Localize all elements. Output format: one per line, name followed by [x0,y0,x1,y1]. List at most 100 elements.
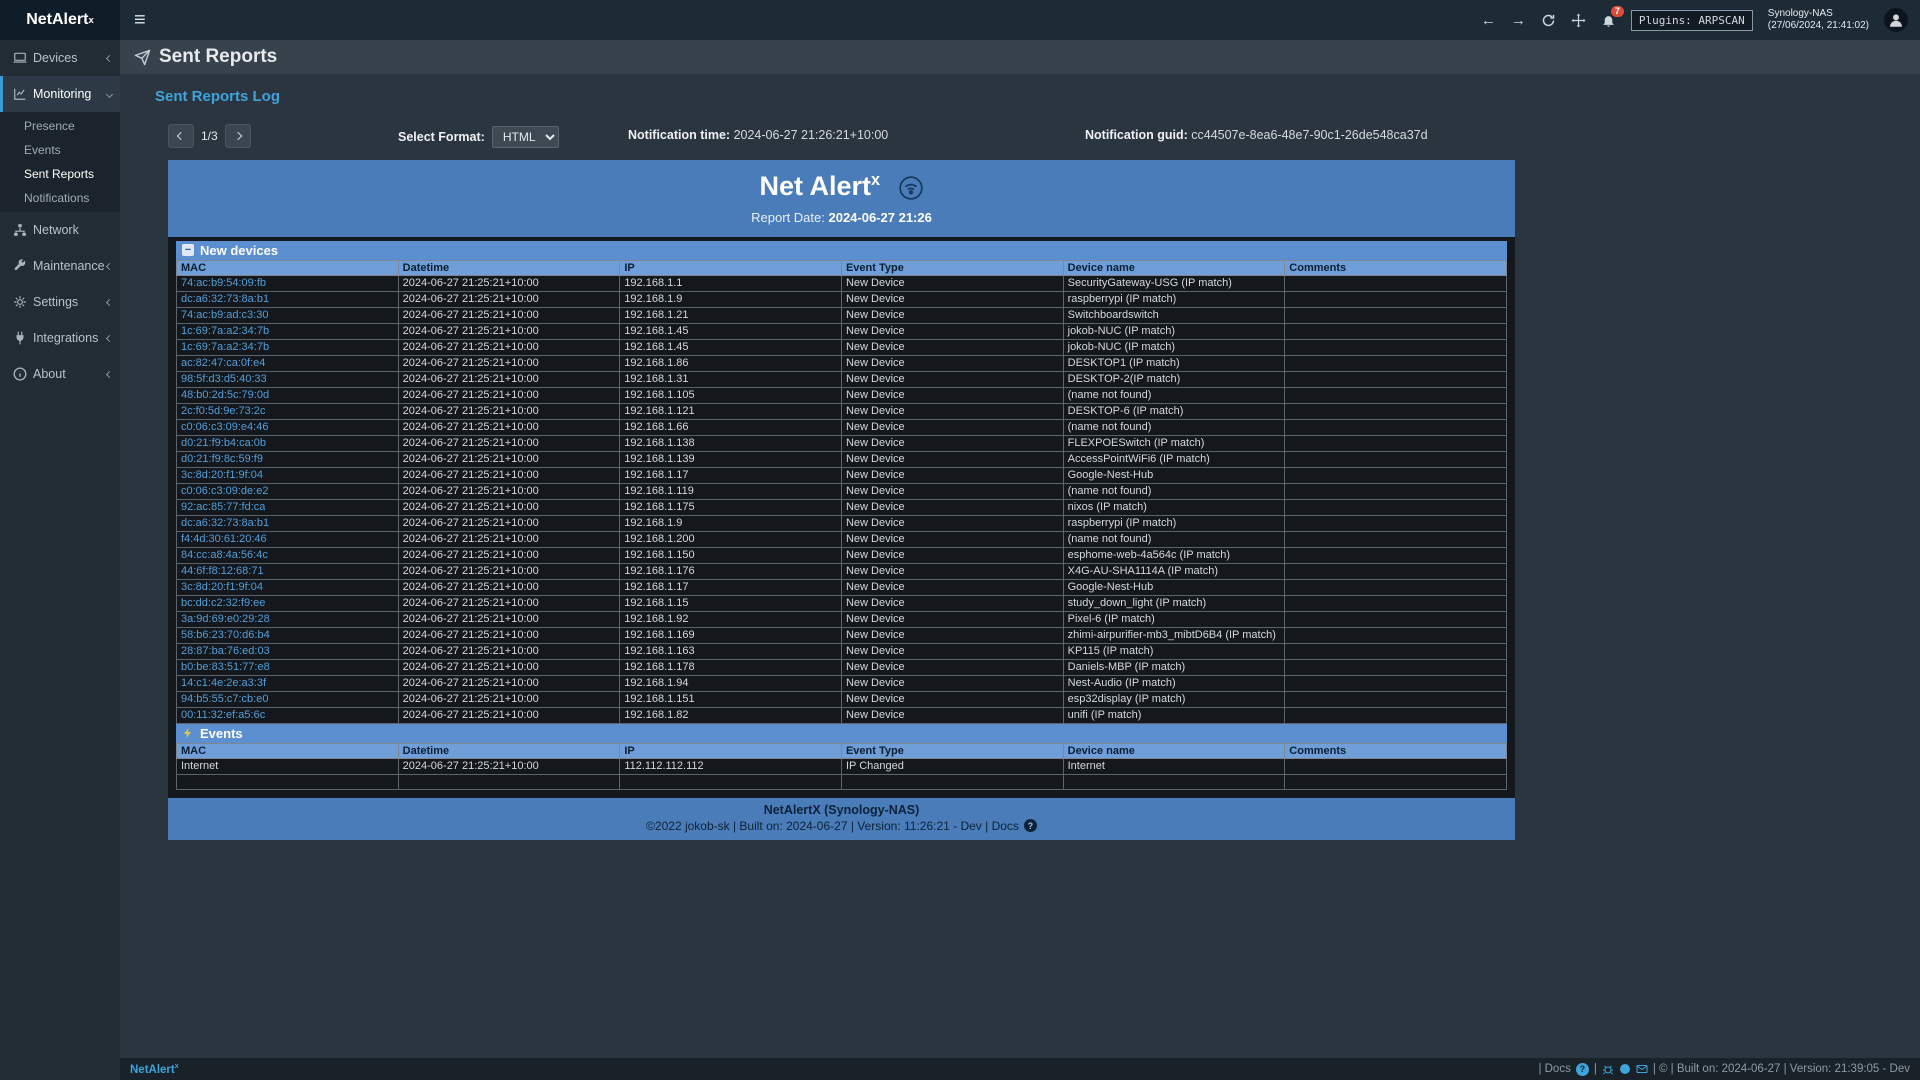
table-cell: 2024-06-27 21:25:21+10:00 [398,643,620,659]
sidebar-subitem-sent-reports[interactable]: Sent Reports [0,162,120,186]
sidebar-subitem-notifications[interactable]: Notifications [0,186,120,210]
table-cell: New Device [841,627,1063,643]
prev-page-button[interactable] [168,124,194,148]
sidebar-item-about[interactable]: About [0,356,120,392]
subitem-label: Notifications [24,191,89,205]
plugins-badge[interactable]: Plugins: ARPSCAN [1631,10,1753,31]
next-page-button[interactable] [225,124,251,148]
table-cell: raspberrypi (IP match) [1063,291,1285,307]
chevron-left-icon [106,334,113,341]
table-cell: New Device [841,675,1063,691]
column-header: Comments [1285,743,1507,758]
column-header: Event Type [841,260,1063,275]
sidebar-item-integrations[interactable]: Integrations [0,320,120,356]
table-cell: ac:82:47:ca:0f:e4 [177,355,399,371]
footer-links: | Docs ? | | © | Built on: 2024-06-27 | … [1538,1063,1910,1076]
table-cell: New Device [841,467,1063,483]
refresh-icon[interactable] [1541,13,1556,28]
table-row: 1c:69:7a:a2:34:7b2024-06-27 21:25:21+10:… [177,323,1507,339]
sidebar-item-label: Settings [33,295,107,309]
table-row: dc:a6:32:73:8a:b12024-06-27 21:25:21+10:… [177,291,1507,307]
table-cell: study_down_light (IP match) [1063,595,1285,611]
table-cell: 192.168.1.119 [620,483,842,499]
chevron-right-icon [233,132,241,140]
table-cell: 2024-06-27 21:25:21+10:00 [398,291,620,307]
table-cell: New Device [841,339,1063,355]
sidebar-item-settings[interactable]: Settings [0,284,120,320]
table-cell: 2024-06-27 21:25:21+10:00 [398,691,620,707]
table-cell [177,774,399,789]
column-header: Comments [1285,260,1507,275]
format-select[interactable]: HTML [492,126,559,148]
table-row: 94:b5:55:c7:cb:e02024-06-27 21:25:21+10:… [177,691,1507,707]
table-cell: New Device [841,419,1063,435]
table-cell: 2024-06-27 21:25:21+10:00 [398,579,620,595]
table-cell: New Device [841,291,1063,307]
github-icon[interactable] [1619,1063,1631,1075]
person-icon [1887,11,1905,29]
main-content: Sent Reports Sent Reports Log 1/3 Select… [120,40,1920,1058]
sent-reports-log-link[interactable]: Sent Reports Log [155,88,280,105]
bug-icon[interactable] [1602,1063,1614,1075]
mail-icon[interactable] [1636,1063,1648,1075]
table-cell: 2024-06-27 21:25:21+10:00 [398,707,620,723]
table-cell: New Device [841,371,1063,387]
table-cell [1285,467,1507,483]
table-cell: 2024-06-27 21:25:21+10:00 [398,659,620,675]
table-cell [1285,691,1507,707]
table-cell: 2024-06-27 21:25:21+10:00 [398,547,620,563]
table-cell: 3a:9d:69:e0:29:28 [177,611,399,627]
table-cell [1285,579,1507,595]
table-cell: 00:11:32:ef:a5:6c [177,707,399,723]
footer-docs-label[interactable]: | Docs [1538,1063,1570,1075]
back-icon[interactable]: ← [1481,12,1496,29]
sidebar-subitem-events[interactable]: Events [0,138,120,162]
footer-brand-link[interactable]: NetAlertx [130,1063,179,1076]
sidebar-item-monitoring[interactable]: Monitoring [0,76,120,112]
table-cell: 98:5f:d3:d5:40:33 [177,371,399,387]
table-cell: 2024-06-27 21:25:21+10:00 [398,419,620,435]
sidebar-item-network[interactable]: Network [0,212,120,248]
sidebar-item-maintenance[interactable]: Maintenance [0,248,120,284]
table-row: 74:ac:b9:54:09:fb2024-06-27 21:25:21+10:… [177,275,1507,291]
table-cell: 94:b5:55:c7:cb:e0 [177,691,399,707]
column-header: Datetime [398,260,620,275]
move-icon[interactable] [1571,13,1586,28]
table-cell [1285,371,1507,387]
table-cell: 28:87:ba:76:ed:03 [177,643,399,659]
laptop-icon [13,51,33,65]
user-avatar[interactable] [1884,8,1908,32]
table-cell: jokob-NUC (IP match) [1063,339,1285,355]
table-cell: 192.168.1.82 [620,707,842,723]
table-cell: 192.168.1.121 [620,403,842,419]
table-cell: 2024-06-27 21:25:21+10:00 [398,611,620,627]
table-cell: 2024-06-27 21:25:21+10:00 [398,355,620,371]
table-cell: New Device [841,531,1063,547]
table-cell [1285,758,1507,774]
sidebar-toggle[interactable]: ≡ [120,0,160,40]
table-cell: 112.112.112.112 [620,758,842,774]
table-cell: 2024-06-27 21:25:21+10:00 [398,627,620,643]
notification-guid-value: cc44507e-8ea6-48e7-90c1-26de548ca37d [1191,128,1427,142]
table-cell [1285,339,1507,355]
table-cell: dc:a6:32:73:8a:b1 [177,291,399,307]
table-cell: 2c:f0:5d:9e:73:2c [177,403,399,419]
table-cell: 2024-06-27 21:25:21+10:00 [398,307,620,323]
table-cell: 192.168.1.86 [620,355,842,371]
table-cell [1285,499,1507,515]
table-cell [398,774,620,789]
brand-logo[interactable]: NetAlertx [0,0,120,40]
table-cell: esphome-web-4a564c (IP match) [1063,547,1285,563]
notifications-bell-icon[interactable]: 7 [1601,13,1616,28]
sidebar-item-devices[interactable]: Devices [0,40,120,76]
table-cell: 192.168.1.31 [620,371,842,387]
table-cell: 2024-06-27 21:25:21+10:00 [398,339,620,355]
table-row: 48:b0:2d:5c:79:0d2024-06-27 21:25:21+10:… [177,387,1507,403]
forward-icon[interactable]: → [1511,12,1526,29]
table-cell: 84:cc:a8:4a:56:4c [177,547,399,563]
table-cell: FLEXPOESwitch (IP match) [1063,435,1285,451]
sidebar-subitem-presence[interactable]: Presence [0,114,120,138]
table-cell: KP115 (IP match) [1063,643,1285,659]
table-cell: 2024-06-27 21:25:21+10:00 [398,403,620,419]
docs-help-icon[interactable]: ? [1576,1063,1589,1076]
